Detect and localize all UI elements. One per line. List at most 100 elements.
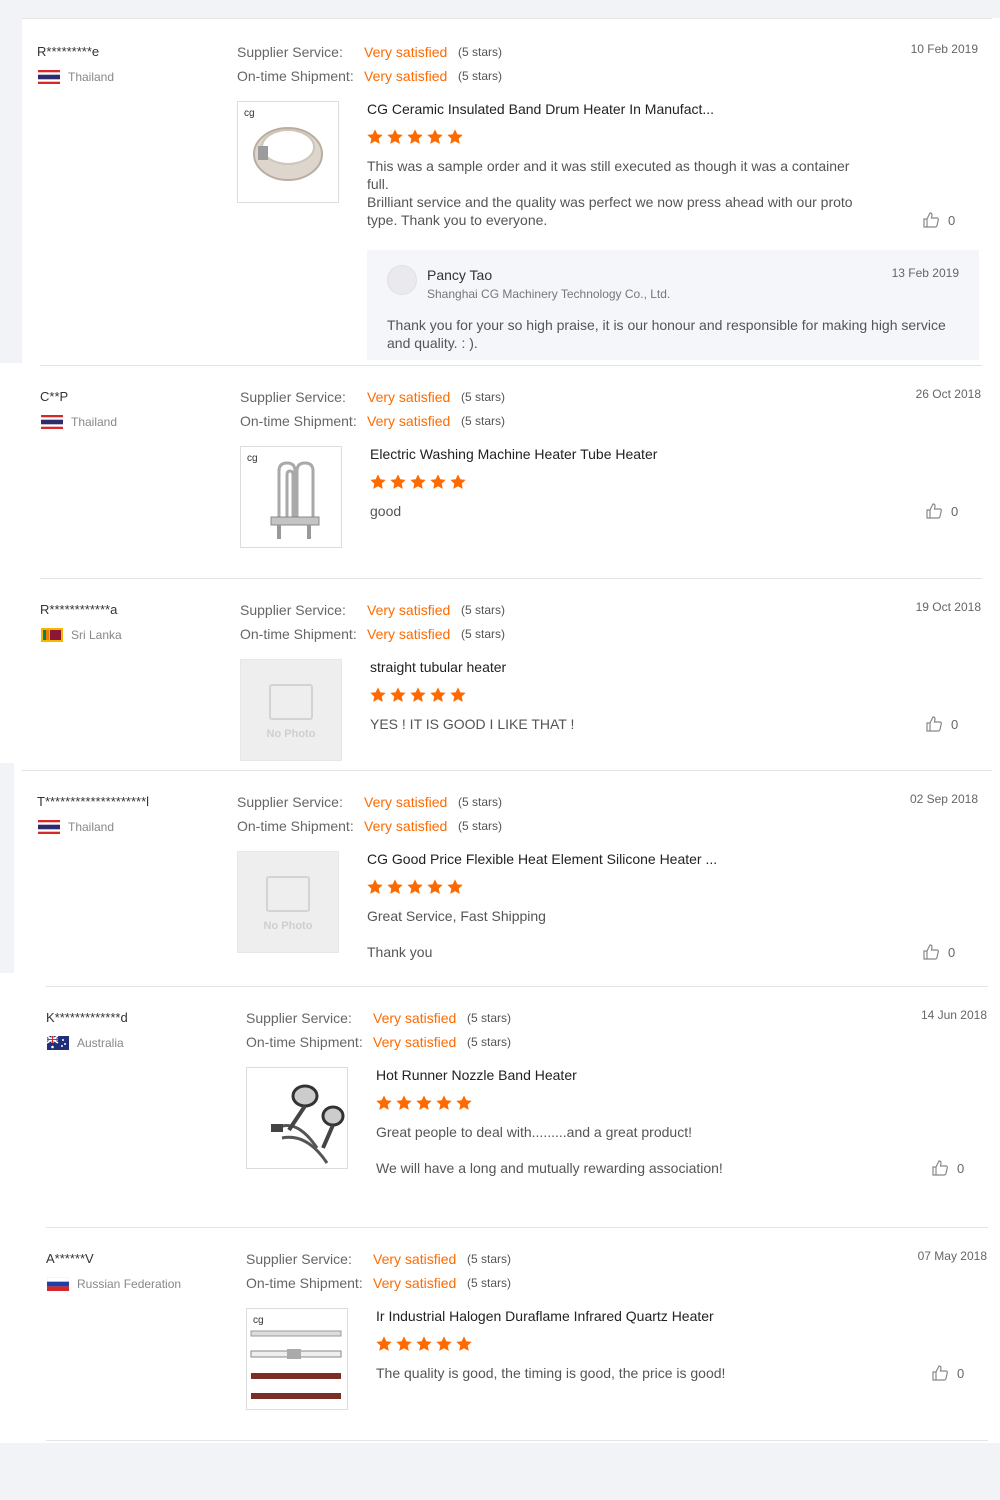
country-name: Australia — [77, 1036, 124, 1050]
star-icon — [416, 1095, 432, 1110]
star-icon — [407, 129, 423, 144]
comment-line: Great Service, Fast Shipping — [367, 908, 546, 924]
like-count: 0 — [948, 944, 956, 960]
star-icon — [407, 879, 423, 894]
like-button[interactable]: 0 — [925, 502, 958, 520]
shipment-value: Very satisfied — [364, 818, 448, 834]
review-date: 07 May 2018 — [917, 1249, 987, 1263]
product-thumbnail[interactable]: cg — [246, 1308, 348, 1410]
shipment-label: On-time Shipment: — [237, 68, 354, 84]
product-title-link[interactable]: Electric Washing Machine Heater Tube Hea… — [370, 446, 657, 462]
star-icon — [447, 879, 463, 894]
supplier-service-stars: (5 stars) — [461, 603, 506, 617]
star-icon — [396, 1095, 412, 1110]
comment-line: Thank you — [367, 944, 433, 960]
thailand-flag-icon — [38, 820, 60, 834]
reviewer-country: Thailand — [38, 70, 114, 84]
no-photo-label: No Photo — [263, 920, 313, 932]
reviewer-country: Thailand — [38, 820, 114, 834]
reviewer-name: R*********e — [37, 44, 100, 59]
shipment-label: On-time Shipment: — [237, 818, 354, 834]
star-icon — [436, 1095, 452, 1110]
supplier-service-label: Supplier Service: — [240, 389, 346, 405]
country-name: Thailand — [71, 415, 118, 429]
star-icon — [367, 129, 383, 144]
shipment-stars: (5 stars) — [467, 1276, 512, 1290]
comment-line: YES ! IT IS GOOD I LIKE THAT ! — [370, 716, 575, 732]
shipment-value: Very satisfied — [367, 413, 451, 429]
review-divider — [40, 578, 982, 579]
shipment-value: Very satisfied — [364, 68, 448, 84]
shipment-label: On-time Shipment: — [240, 413, 357, 429]
review-divider — [40, 365, 982, 366]
product-title-link[interactable]: CG Ceramic Insulated Band Drum Heater In… — [367, 101, 714, 117]
svg-text:cg: cg — [247, 453, 258, 464]
supplier-service-value: Very satisfied — [373, 1010, 457, 1026]
review-divider — [22, 770, 992, 771]
review-date: 26 Oct 2018 — [915, 387, 981, 401]
supplier-service-label: Supplier Service: — [240, 602, 346, 618]
star-icon — [410, 687, 426, 702]
product-title-link[interactable]: CG Good Price Flexible Heat Element Sili… — [367, 851, 717, 867]
supplier-service-value: Very satisfied — [373, 1251, 457, 1267]
like-count: 0 — [948, 212, 956, 228]
comment-line: type. Thank you to everyone. — [367, 212, 548, 228]
star-icon — [447, 129, 463, 144]
like-button[interactable]: 0 — [931, 1364, 964, 1382]
svg-text:cg: cg — [244, 108, 255, 119]
like-button[interactable]: 0 — [922, 943, 955, 961]
like-button[interactable]: 0 — [922, 211, 955, 229]
australia-flag-icon — [47, 1036, 69, 1050]
thumbs-up-icon — [923, 212, 939, 228]
rating-stars — [375, 1094, 473, 1112]
product-title-link[interactable]: Ir Industrial Halogen Duraflame Infrared… — [376, 1308, 714, 1324]
country-name: Thailand — [68, 820, 115, 834]
rating-stars — [366, 128, 464, 146]
shipment-stars: (5 stars) — [458, 69, 503, 83]
reviewer-name: A******V — [46, 1251, 94, 1266]
like-button[interactable]: 0 — [931, 1159, 964, 1177]
star-icon — [370, 687, 386, 702]
like-button[interactable]: 0 — [925, 715, 958, 733]
country-name: Russian Federation — [77, 1277, 182, 1291]
band-heater-image: cg — [244, 108, 323, 181]
star-icon — [390, 687, 406, 702]
star-icon — [436, 1336, 452, 1351]
reply-author: Pancy Tao — [427, 267, 493, 283]
shipment-value: Very satisfied — [373, 1034, 457, 1050]
review-divider — [46, 986, 988, 987]
review-date: 10 Feb 2019 — [910, 42, 978, 56]
rating-stars — [369, 686, 467, 704]
product-thumbnail[interactable] — [246, 1067, 348, 1169]
reply-line: and quality. : ). — [387, 335, 478, 351]
shipment-label: On-time Shipment: — [246, 1275, 363, 1291]
product-thumbnail[interactable]: cg — [237, 101, 339, 203]
shipment-stars: (5 stars) — [467, 1035, 512, 1049]
product-title-link[interactable]: straight tubular heater — [370, 659, 506, 675]
product-title-link[interactable]: Hot Runner Nozzle Band Heater — [376, 1067, 577, 1083]
reply-line: Thank you for your so high praise, it is… — [387, 317, 946, 333]
reviewer-name: C**P — [40, 389, 69, 404]
product-thumbnail-placeholder[interactable]: No Photo — [237, 851, 339, 953]
reviewer-name: R************a — [40, 602, 118, 617]
russia-flag-icon — [47, 1277, 69, 1291]
review-date: 02 Sep 2018 — [909, 792, 978, 806]
comment-line: This was a sample order and it was still… — [367, 158, 850, 174]
thumbs-up-icon — [926, 503, 942, 519]
star-icon — [410, 474, 426, 489]
country-name: Thailand — [68, 70, 115, 84]
supplier-service-label: Supplier Service: — [237, 44, 343, 60]
reviewer-country: Sri Lanka — [41, 628, 122, 642]
product-thumbnail-placeholder[interactable]: No Photo — [240, 659, 342, 761]
shipment-stars: (5 stars) — [461, 414, 506, 428]
review-comment: Great Service, Fast Shipping Thank you — [367, 907, 867, 961]
like-count: 0 — [957, 1365, 965, 1381]
review-comment: This was a sample order and it was still… — [367, 157, 867, 229]
star-icon — [367, 879, 383, 894]
no-photo-label: No Photo — [266, 728, 316, 740]
product-thumbnail[interactable]: cg — [240, 446, 342, 548]
shipment-stars: (5 stars) — [458, 819, 503, 833]
reviewer-name: T********************l — [37, 794, 150, 809]
review-comment: The quality is good, the timing is good,… — [376, 1364, 876, 1382]
thailand-flag-icon — [38, 70, 60, 84]
